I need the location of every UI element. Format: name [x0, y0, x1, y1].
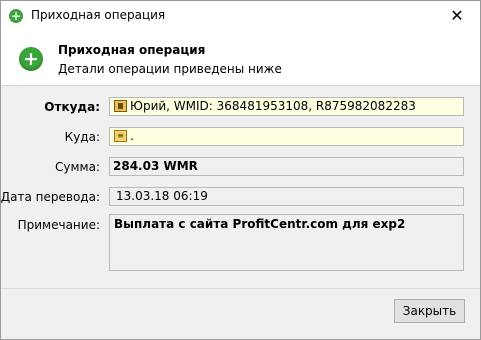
date-field: 13.03.18 06:19	[109, 187, 464, 206]
amount-label: Сумма:	[55, 160, 100, 174]
footer-divider	[1, 288, 480, 289]
amount-field: 284.03 WMR	[109, 157, 464, 176]
to-label: Куда:	[64, 130, 100, 144]
note-label: Примечание:	[17, 218, 100, 232]
plus-circle-icon: +	[19, 47, 43, 71]
dialog-header: + Приходная операция Детали операции при…	[1, 31, 480, 86]
contact-card-icon: ≡	[114, 130, 127, 142]
close-button[interactable]: Закрыть	[394, 299, 465, 323]
to-value: .	[130, 129, 134, 143]
header-title: Приходная операция	[58, 43, 206, 57]
to-field[interactable]: ≡.	[109, 127, 464, 146]
from-label: Откуда:	[44, 100, 100, 114]
window-title: Приходная операция	[31, 8, 166, 22]
close-window-button[interactable]: ✕	[434, 1, 480, 31]
note-field[interactable]: Выплата с сайта ProfitCentr.com для exp2	[109, 214, 464, 271]
from-value: Юрий, WMID: 368481953108, R875982082283	[130, 99, 416, 113]
plus-circle-icon: +	[9, 9, 23, 23]
wallet-icon	[114, 100, 127, 112]
header-subtitle: Детали операции приведены ниже	[58, 62, 282, 76]
date-label: Дата перевода:	[0, 190, 100, 204]
dialog-window: + Приходная операция ✕ + Приходная опера…	[0, 0, 481, 340]
title-bar[interactable]: + Приходная операция ✕	[1, 1, 480, 31]
from-field[interactable]: Юрий, WMID: 368481953108, R875982082283	[109, 97, 464, 116]
